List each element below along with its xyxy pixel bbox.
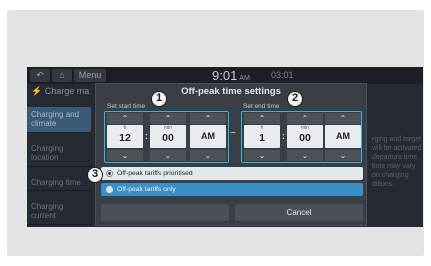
start-minute-value: 00 <box>162 132 174 144</box>
start-minute-column: ⌃ min 00 ⌄ <box>150 112 186 162</box>
minute-unit-label: min <box>163 125 173 131</box>
infotainment-screen: ↶ ⌂ Menu 9:01 AM 03:01 ⚡ Charge ma Chargi… <box>27 67 423 227</box>
option-label: Off-peak tariffs prioritised <box>117 170 193 177</box>
start-minute-value-box: min 00 <box>150 125 186 148</box>
end-minute-column: ⌃ min 00 ⌄ <box>287 112 323 162</box>
chevron-down-icon: ⌄ <box>164 151 172 160</box>
start-hour-down-button[interactable]: ⌄ <box>107 150 143 161</box>
chevron-down-icon: ⌄ <box>339 151 347 160</box>
chevron-up-icon: ⌃ <box>204 114 212 123</box>
hour-unit-label: h <box>123 125 127 131</box>
background-description: rging and target will be activated depar… <box>372 136 422 188</box>
chevron-up-icon: ⌃ <box>164 114 172 123</box>
clock-ampm: AM <box>239 75 250 82</box>
sidebar-item-charging-time[interactable]: Charging time <box>27 175 91 191</box>
page-frame: ↶ ⌂ Menu 9:01 AM 03:01 ⚡ Charge ma Chargi… <box>7 10 424 256</box>
dialog-title: Off-peak time settings <box>181 86 281 97</box>
sidebar-item-charging-location[interactable]: Charging location <box>27 141 91 167</box>
option-offpeak-prioritised[interactable]: Off-peak tariffs prioritised <box>101 167 363 180</box>
chevron-down-icon: ⌄ <box>121 151 129 160</box>
end-hour-down-button[interactable]: ⌄ <box>244 150 280 161</box>
end-minute-value-box: min 00 <box>287 125 323 148</box>
hour-unit-label: h <box>260 125 264 131</box>
start-ampm-value: AM <box>201 131 215 141</box>
end-hour-value-box: h1 <box>244 125 280 148</box>
chevron-up-icon: ⌃ <box>301 114 309 123</box>
home-icon: ⌂ <box>59 70 65 80</box>
end-time-picker: ⌃ h1 ⌄ : ⌃ min 00 ⌄ ⌃ AM ⌄ <box>241 111 362 163</box>
chevron-down-icon: ⌄ <box>301 151 309 160</box>
callout-3: 3 <box>87 167 103 183</box>
chevron-down-icon: ⌄ <box>258 151 266 160</box>
end-ampm-down-button[interactable]: ⌄ <box>325 150 361 161</box>
secondary-time: 03:01 <box>271 70 294 80</box>
start-hour-value: 12 <box>119 132 131 144</box>
offpeak-dialog: Off-peak time settings Set start time ⌃ … <box>95 83 367 226</box>
start-time-picker: ⌃ h 12 ⌄ : ⌃ min 00 ⌄ ⌃ AM ⌄ <box>104 111 229 163</box>
back-icon: ↶ <box>36 70 44 80</box>
minute-unit-label: min <box>300 125 310 131</box>
charge-icon: ⚡ <box>31 86 43 96</box>
chevron-up-icon: ⌃ <box>258 114 266 123</box>
callout-2: 2 <box>287 91 303 107</box>
chevron-down-icon: ⌄ <box>204 151 212 160</box>
end-hour-value: 1 <box>259 132 265 144</box>
time-separator: : <box>145 131 148 141</box>
start-hour-column: ⌃ h 12 ⌄ <box>107 112 143 162</box>
option-offpeak-only[interactable]: Off-peak tariffs only <box>101 183 363 196</box>
sidebar-item-charging-climate[interactable]: Charging and climate <box>27 107 91 133</box>
option-label: Off-peak tariffs only <box>117 186 176 193</box>
start-ampm-value-box: AM <box>190 125 226 148</box>
end-time-label: Set end time <box>243 103 280 110</box>
start-time-label: Set start time <box>107 103 146 110</box>
start-hour-value-box: h 12 <box>107 125 143 148</box>
menu-button[interactable]: Menu <box>74 69 106 82</box>
start-minute-down-button[interactable]: ⌄ <box>150 150 186 161</box>
end-minute-down-button[interactable]: ⌄ <box>287 150 323 161</box>
end-minute-value: 00 <box>299 132 311 144</box>
end-hour-up-button[interactable]: ⌃ <box>244 113 280 124</box>
chevron-up-icon: ⌃ <box>339 114 347 123</box>
start-ampm-down-button[interactable]: ⌄ <box>190 150 226 161</box>
background-title: ⚡ Charge ma <box>31 86 90 96</box>
radio-selected-icon <box>106 170 113 177</box>
radio-unselected-icon <box>106 186 113 193</box>
end-ampm-column: ⌃ AM ⌄ <box>325 112 361 162</box>
sidebar-item-charging-current[interactable]: Charging current <box>27 199 91 225</box>
ok-button[interactable] <box>101 204 229 221</box>
time-separator: : <box>282 131 285 141</box>
home-button[interactable]: ⌂ <box>52 69 72 82</box>
start-ampm-up-button[interactable]: ⌃ <box>190 113 226 124</box>
end-hour-column: ⌃ h1 ⌄ <box>244 112 280 162</box>
start-hour-up-button[interactable]: ⌃ <box>107 113 143 124</box>
clock-time: 9:01 <box>212 68 238 83</box>
end-ampm-up-button[interactable]: ⌃ <box>325 113 361 124</box>
end-ampm-value: AM <box>336 131 350 141</box>
start-ampm-column: ⌃ AM ⌄ <box>190 112 226 162</box>
range-separator: ~ <box>230 128 236 139</box>
callout-1: 1 <box>151 91 167 107</box>
status-bar: ↶ ⌂ Menu 9:01 AM 03:01 <box>27 67 423 84</box>
chevron-up-icon: ⌃ <box>121 114 129 123</box>
cancel-button[interactable]: Cancel <box>235 204 363 221</box>
end-minute-up-button[interactable]: ⌃ <box>287 113 323 124</box>
start-minute-up-button[interactable]: ⌃ <box>150 113 186 124</box>
back-button[interactable]: ↶ <box>30 69 50 82</box>
end-ampm-value-box: AM <box>325 125 361 148</box>
